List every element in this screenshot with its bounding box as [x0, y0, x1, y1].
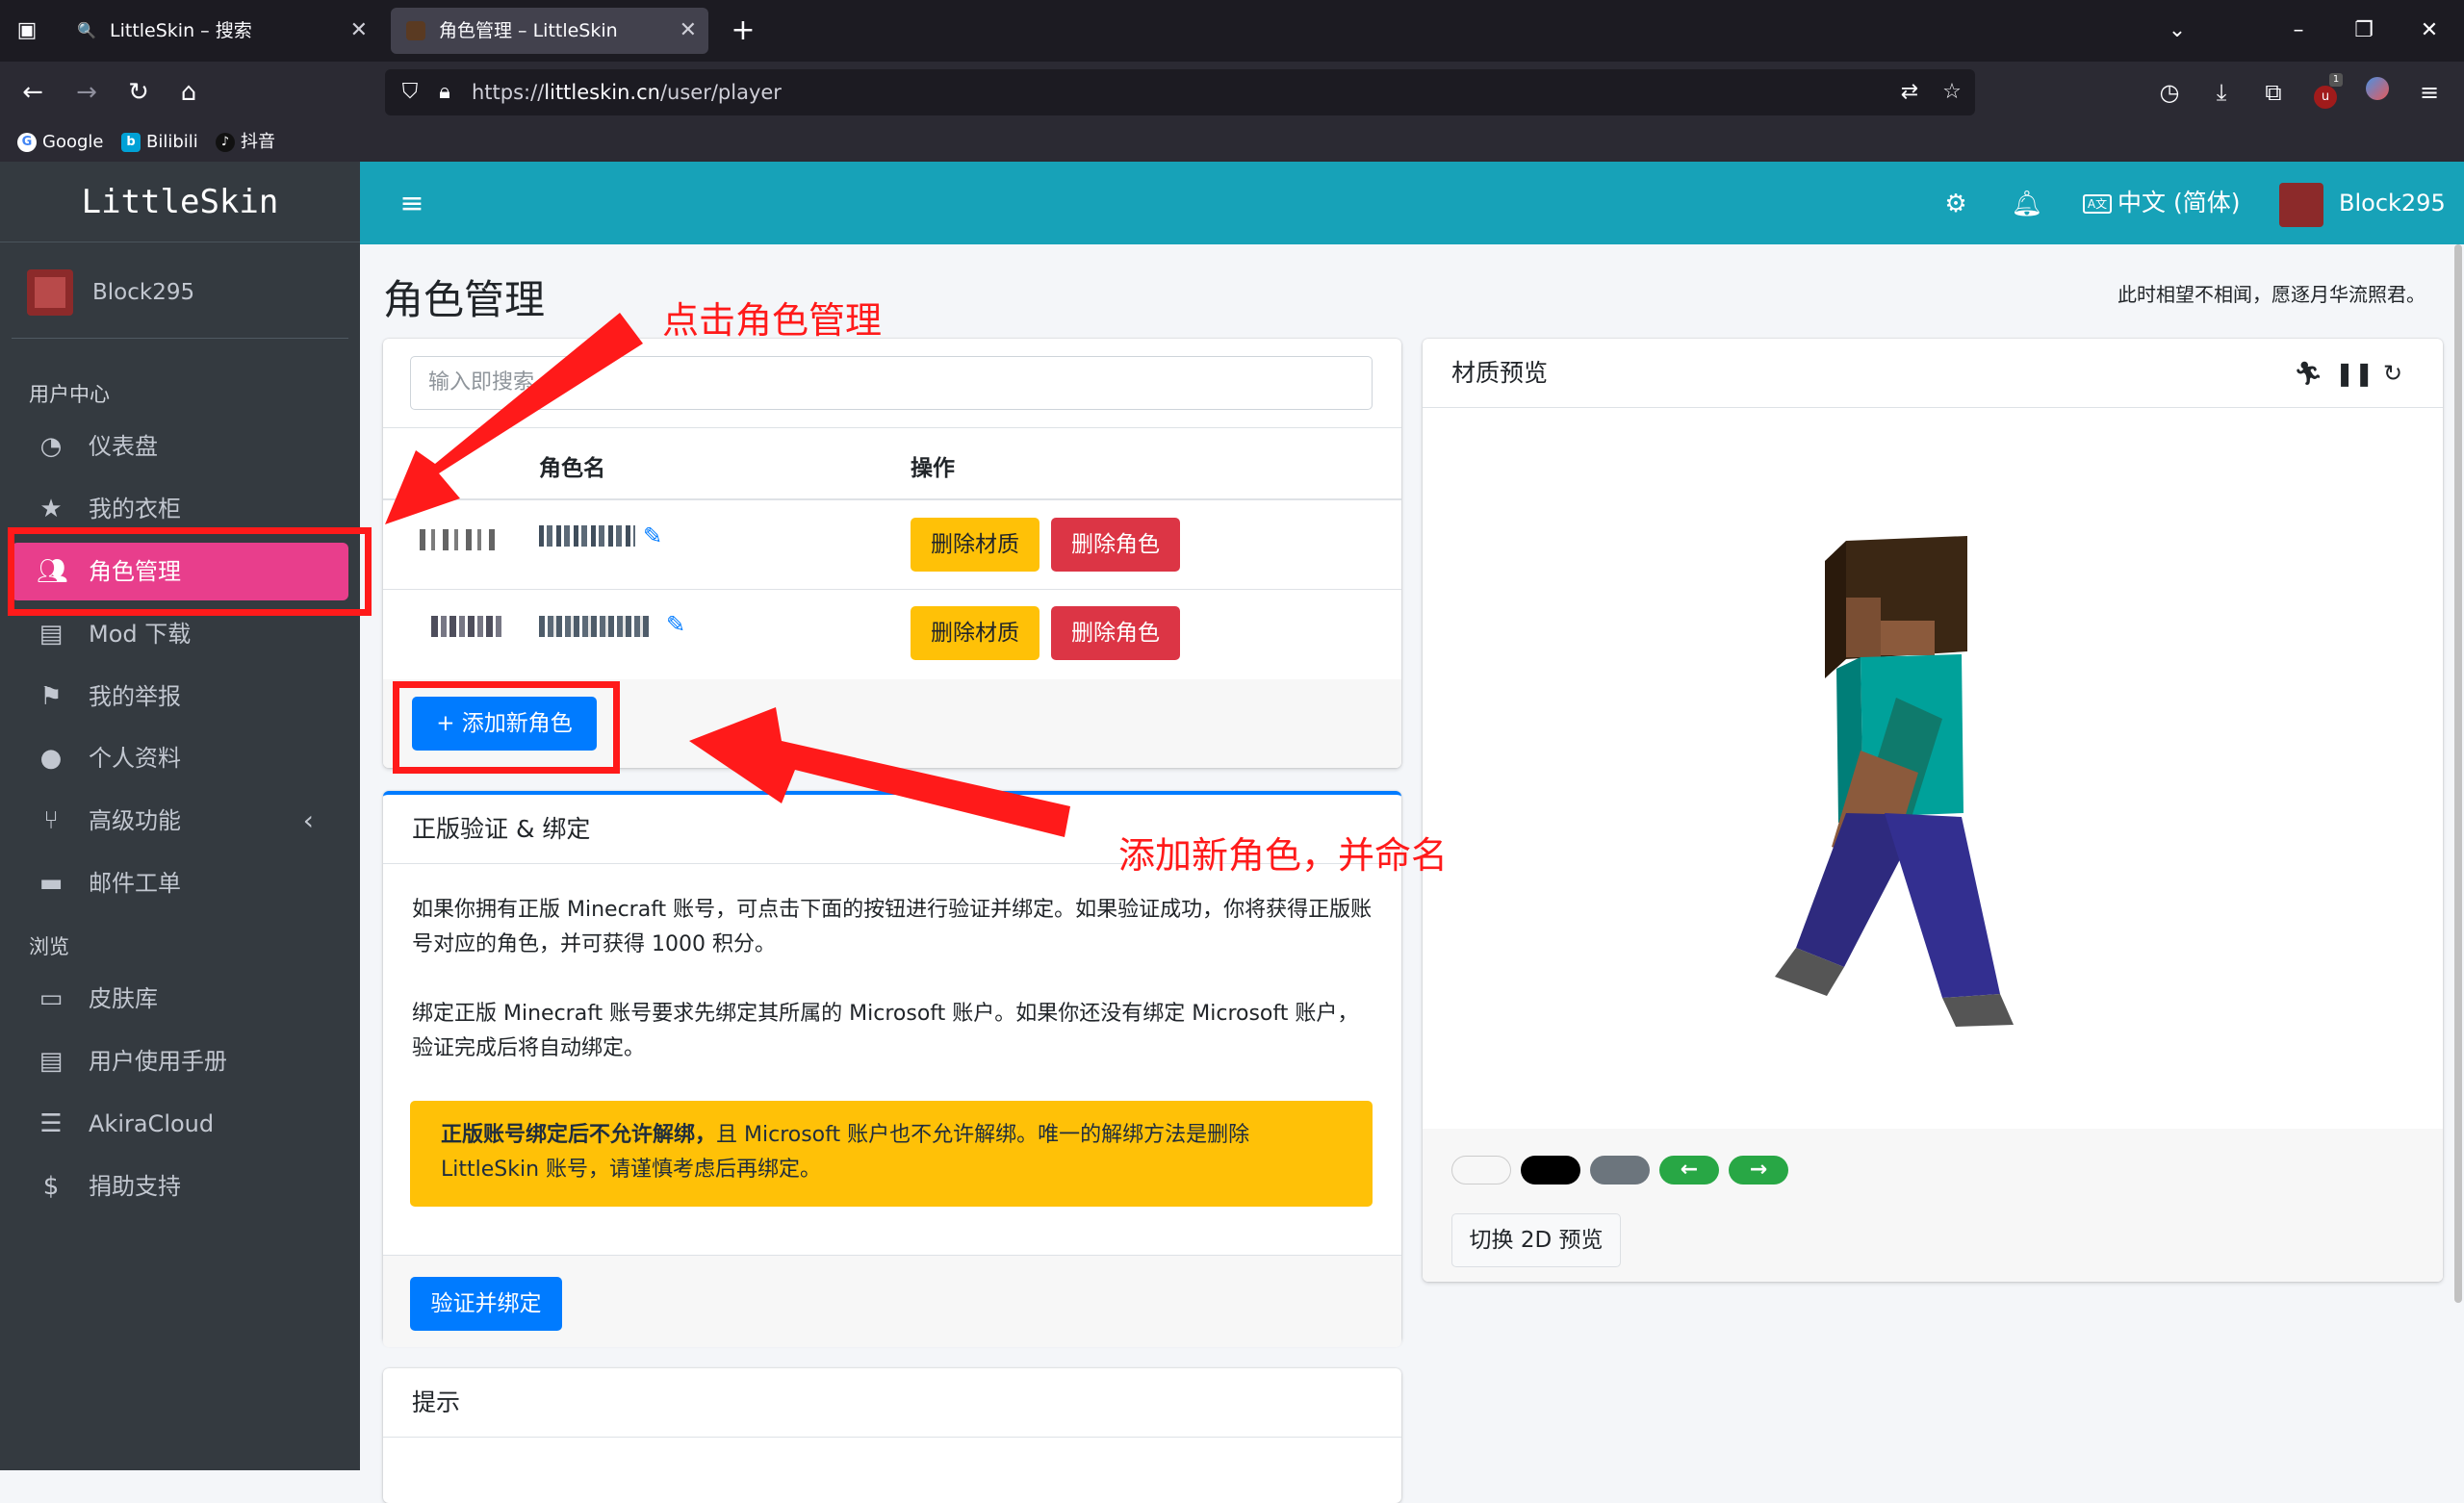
annotation-text-1: 点击角色管理: [662, 299, 883, 342]
annotation-arrows: [385, 313, 1070, 837]
arrow-to-add-button: [689, 707, 1070, 837]
annotation-text-2: 添加新角色，并命名: [1118, 834, 1449, 877]
arrow-to-sidebar: [385, 313, 643, 524]
